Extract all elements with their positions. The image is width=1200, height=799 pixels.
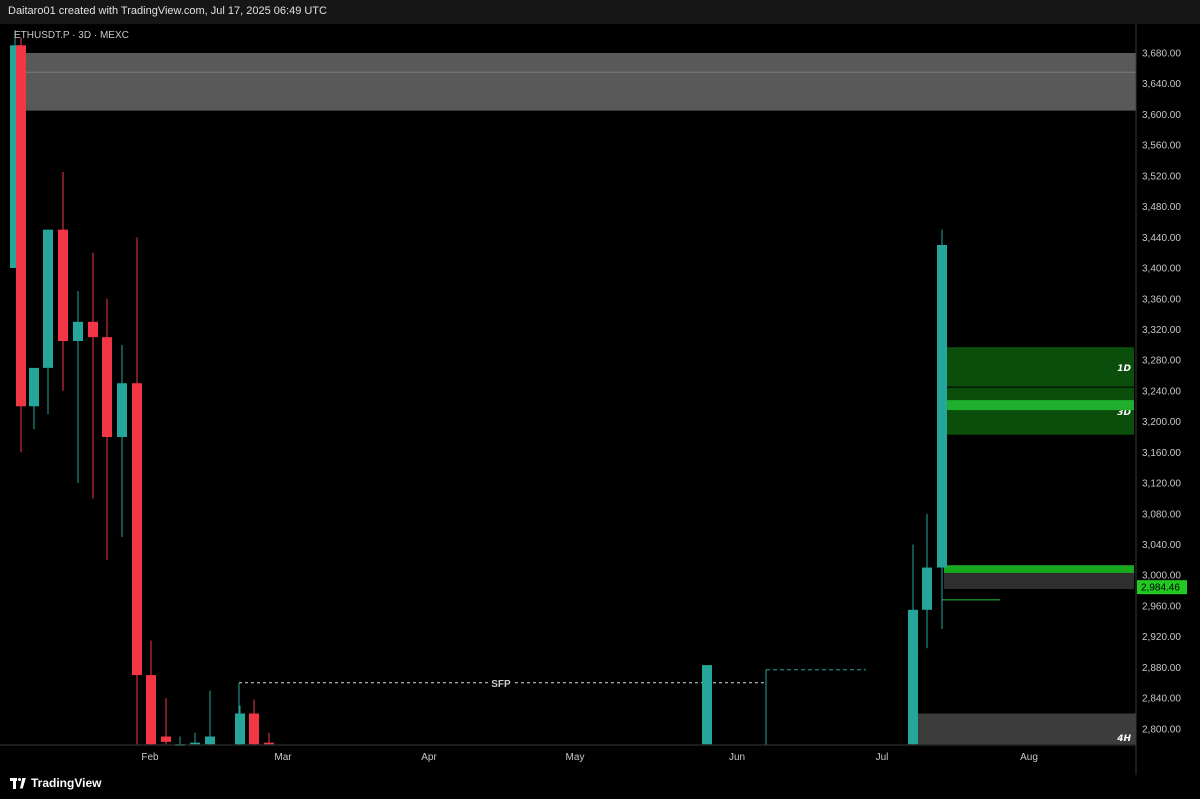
x-tick-label: Mar [274, 752, 292, 763]
x-tick-label: Feb [141, 752, 159, 763]
y-tick-label: 2,920.00 [1142, 632, 1181, 643]
candle-body [161, 736, 171, 742]
candle-body [146, 675, 156, 745]
tradingview-logo-icon [10, 777, 26, 789]
y-tick-label: 3,320.00 [1142, 325, 1181, 336]
candle-body [908, 609, 918, 745]
candle-body [29, 367, 39, 407]
candle-body [16, 45, 26, 407]
candle-body [235, 713, 245, 745]
x-tick-label: May [566, 752, 585, 763]
y-tick-label: 3,160.00 [1142, 448, 1181, 459]
y-tick-label: 3,560.00 [1142, 141, 1181, 152]
candle-body [937, 245, 947, 568]
y-tick-label: 2,880.00 [1142, 663, 1181, 674]
x-tick-label: Jun [729, 752, 745, 763]
zone-label: 1D [1117, 364, 1131, 374]
candle-body [132, 383, 142, 676]
y-tick-label: 3,480.00 [1142, 202, 1181, 213]
y-tick-label: 3,440.00 [1142, 233, 1181, 244]
symbol-info: ETHUSDT.P · 3D · MEXC [14, 30, 129, 41]
candle-body [117, 383, 127, 437]
y-tick-label: 3,000.00 [1142, 571, 1181, 582]
y-tick-label: 3,520.00 [1142, 171, 1181, 182]
zone-highlight [944, 565, 1134, 573]
y-tick-label: 3,680.00 [1142, 49, 1181, 60]
candle-body [88, 321, 98, 338]
y-tick-label: 3,360.00 [1142, 294, 1181, 305]
candle-body [190, 742, 200, 745]
price-tag-label: 2,984.46 [1141, 583, 1180, 594]
y-tick-label: 2,840.00 [1142, 694, 1181, 705]
candlestick-chart[interactable]: 1D3D4HSFP3,680.003,640.003,600.003,560.0… [0, 24, 1200, 775]
y-tick-label: 3,640.00 [1142, 79, 1181, 90]
candle-body [102, 337, 112, 437]
x-tick-label: Aug [1020, 752, 1038, 763]
zone-box [10, 53, 1136, 111]
y-tick-label: 2,800.00 [1142, 724, 1181, 735]
y-tick-label: 3,040.00 [1142, 540, 1181, 551]
level-label: SFP [491, 679, 511, 690]
y-tick-label: 3,080.00 [1142, 509, 1181, 520]
candle-body [922, 567, 932, 610]
caption-text: Daitaro01 created with TradingView.com, … [8, 5, 327, 17]
zone-box [944, 347, 1134, 388]
brand-name: TradingView [31, 776, 102, 790]
y-tick-label: 3,280.00 [1142, 356, 1181, 367]
y-tick-label: 3,240.00 [1142, 386, 1181, 397]
x-tick-label: Apr [421, 752, 437, 763]
candle-body [264, 742, 274, 745]
top-caption-bar: Daitaro01 created with TradingView.com, … [0, 0, 1200, 25]
zone-label: 4H [1116, 734, 1131, 744]
zone-box [918, 713, 1136, 745]
y-tick-label: 3,200.00 [1142, 417, 1181, 428]
candle-body [205, 736, 215, 745]
zone-highlight [944, 400, 1134, 411]
candle-body [249, 713, 259, 745]
candle-body [73, 321, 83, 341]
x-tick-label: Jul [876, 752, 889, 763]
y-tick-label: 3,400.00 [1142, 264, 1181, 275]
y-tick-label: 2,960.00 [1142, 601, 1181, 612]
candle-body [43, 229, 53, 368]
zone-box [944, 387, 1134, 435]
tradingview-brand: TradingView [10, 776, 101, 790]
candle-body [58, 229, 68, 341]
candle-body [702, 665, 712, 745]
y-tick-label: 3,120.00 [1142, 479, 1181, 490]
y-tick-label: 3,600.00 [1142, 110, 1181, 121]
